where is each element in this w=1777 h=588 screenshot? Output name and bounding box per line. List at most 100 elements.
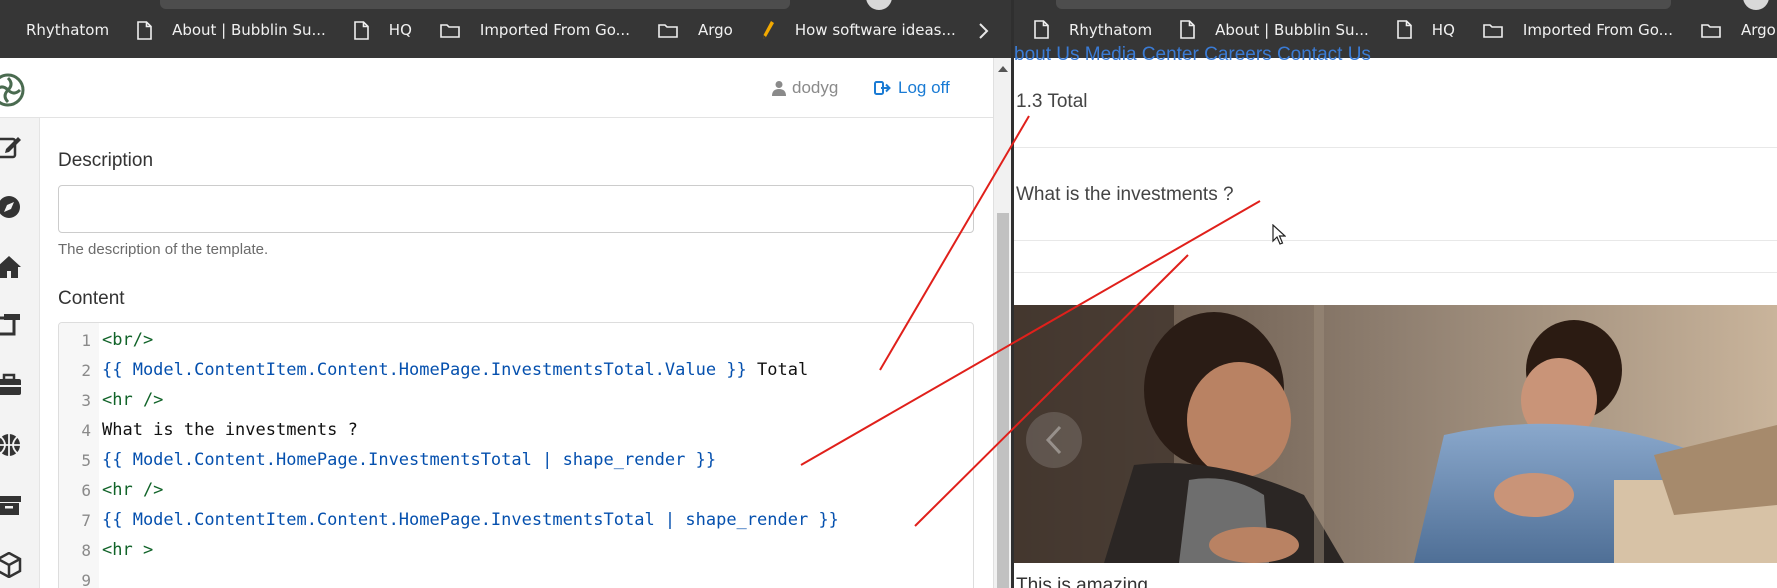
code-line[interactable]: 2 {{ Model.ContentItem.Content.HomePage.I… (59, 355, 973, 385)
profile-circle-icon[interactable] (866, 0, 892, 10)
briefcase-icon[interactable] (0, 370, 24, 400)
current-user[interactable]: dodyg (772, 78, 838, 98)
bookmark-label: About | Bubblin Su... (1215, 20, 1369, 39)
compass-icon[interactable] (0, 192, 24, 222)
logo-icon[interactable] (0, 70, 30, 114)
code-token: {{ Model.Content.HomePage.InvestmentsTot… (102, 450, 717, 470)
bookmark-item[interactable]: About | Bubblin Su... (137, 20, 326, 40)
bookmark-label: Rhythatom (26, 21, 110, 39)
bookmark-label: Argo (1740, 20, 1776, 39)
left-browser-window: Rhythatom About | Bubblin Su... HQ Imported… (0, 0, 1014, 588)
code-editor[interactable]: 1 <br/> 2 {{ Model.ContentItem.Content.Home… (58, 322, 974, 588)
bookmark-label: Imported From Go... (479, 21, 630, 39)
code-token: What is the investments ? (102, 420, 358, 440)
logoff-link[interactable]: Log off (874, 78, 950, 98)
admin-sidebar (0, 118, 40, 588)
code-line[interactable]: 8 <hr > (59, 535, 973, 565)
line-number: 4 (81, 420, 91, 440)
tab-strip[interactable] (160, 0, 790, 9)
code-line[interactable]: 7 {{ Model.ContentItem.Content.HomePage.I… (59, 505, 973, 535)
bookmark-label: Argo (697, 21, 733, 39)
tab-strip-right[interactable] (1056, 0, 1671, 9)
line-number: 7 (81, 510, 91, 530)
code-token: <hr > (102, 540, 154, 560)
bookmark-item[interactable]: How software ideas... (761, 20, 956, 40)
username-label: dodyg (792, 78, 839, 97)
description-hint: The description of the template. (58, 241, 269, 258)
page-scrollbar[interactable] (993, 58, 1011, 588)
bookmark-label: How software ideas... (794, 21, 956, 39)
logoff-label: Log off (898, 78, 950, 97)
media-icon[interactable] (0, 310, 24, 340)
line-number: 1 (81, 330, 91, 350)
page-icon (1180, 20, 1205, 39)
folder-icon (1483, 22, 1513, 38)
edit-icon[interactable] (0, 132, 24, 162)
bookmarks-list-right: Rhythatom About | Bubblin Su... HQ Imported… (1034, 20, 1777, 39)
bookmark-item[interactable]: Rhythatom (26, 21, 109, 39)
description-label: Description (58, 150, 154, 171)
code-token: <br/> (102, 330, 154, 350)
bookmark-label: HQ (1431, 20, 1455, 39)
bookmark-item[interactable]: Imported From Go... (1483, 21, 1673, 39)
bookmark-item[interactable]: Rhythatom (1034, 20, 1152, 39)
divider-3 (1014, 272, 1777, 273)
bookmark-label: Rhythatom (1069, 20, 1153, 39)
profile-circle-icon-right[interactable] (1743, 0, 1769, 10)
divider-1 (1014, 147, 1777, 148)
code-line[interactable]: 9 (59, 565, 973, 588)
line-number: 8 (81, 540, 91, 560)
investments-question-text: What is the investments ? (1016, 184, 1234, 205)
code-token: {{ Model.ContentItem.Content.HomePage.In… (102, 360, 747, 380)
app-header: dodyg Log off (0, 58, 993, 118)
code-line[interactable]: 3 <hr /> (59, 385, 973, 415)
code-token: Total (746, 360, 809, 380)
bookmark-item[interactable]: HQ (353, 20, 412, 40)
code-line[interactable]: 4 What is the investments ? (59, 415, 973, 445)
basketball-icon[interactable] (0, 430, 24, 460)
home-icon[interactable] (0, 252, 24, 282)
code-line[interactable]: 5 {{ Model.Content.HomePage.InvestmentsTo… (59, 445, 973, 475)
bookmark-item[interactable]: Argo (1701, 21, 1776, 39)
folder-icon (1701, 22, 1731, 38)
top-nav-links[interactable]: bout Us Media Center Careers Contact Us (1014, 44, 1371, 66)
bookmarks-list: Rhythatom About | Bubblin Su... HQ Imported… (0, 20, 984, 40)
scroll-up-icon[interactable] (998, 66, 1008, 72)
mouse-cursor-icon (1272, 223, 1287, 250)
description-input[interactable] (58, 185, 974, 233)
hero-photo (1014, 305, 1777, 563)
user-icon (772, 81, 786, 96)
bookmarks-bar: Rhythatom About | Bubblin Su... HQ Imported… (0, 0, 1014, 58)
bookmark-label: HQ (388, 21, 412, 39)
bookmark-label: Imported From Go... (1522, 20, 1673, 39)
page-icon (137, 20, 162, 40)
investments-total-text: 1.3 Total (1016, 91, 1088, 112)
chevron-right-icon[interactable] (978, 22, 990, 44)
code-line[interactable]: 6 <hr /> (59, 475, 973, 505)
code-line[interactable]: 1 <br/> (59, 325, 973, 355)
line-number: 6 (81, 480, 91, 500)
line-number: 5 (81, 450, 91, 470)
scrollbar-thumb[interactable] (997, 213, 1009, 588)
cube-icon[interactable] (0, 550, 24, 580)
bookmark-item[interactable]: About | Bubblin Su... (1180, 20, 1369, 39)
folder-icon (440, 22, 470, 38)
bookmark-item[interactable]: HQ (1396, 20, 1455, 39)
page-icon (353, 20, 379, 40)
content-label: Content (58, 288, 125, 309)
line-number: 9 (81, 570, 91, 588)
line-number: 3 (81, 390, 91, 410)
page-icon (1396, 20, 1422, 39)
sign-out-icon (874, 81, 891, 95)
code-token: {{ Model.ContentItem.Content.HomePage.In… (102, 510, 839, 530)
bookmark-item[interactable]: Imported From Go... (440, 21, 630, 39)
line-number: 2 (81, 360, 91, 380)
archive-icon[interactable] (0, 490, 24, 520)
folder-icon (658, 22, 688, 38)
page-icon (1034, 20, 1059, 39)
right-browser-window: Rhythatom About | Bubblin Su... HQ Imported… (1014, 0, 1777, 588)
code-token: <hr /> (102, 480, 164, 500)
bookmark-item[interactable]: Argo (658, 21, 733, 39)
pencil-icon (761, 20, 785, 40)
photo-caption: This is amazing (1016, 575, 1148, 588)
